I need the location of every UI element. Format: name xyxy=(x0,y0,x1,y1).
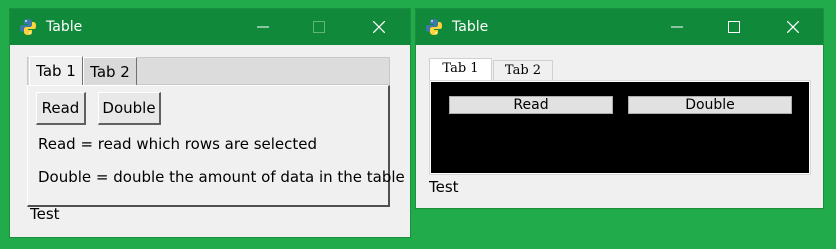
minimize-button[interactable] xyxy=(654,9,700,45)
tab-1[interactable]: Tab 1 xyxy=(29,56,83,86)
close-icon xyxy=(787,21,799,33)
close-button[interactable] xyxy=(356,9,402,45)
maximize-icon xyxy=(313,21,325,33)
read-button[interactable]: Read xyxy=(36,92,86,125)
title-bar[interactable]: Table xyxy=(416,9,823,45)
window-title: Table xyxy=(46,19,83,35)
minimize-button[interactable] xyxy=(240,9,286,45)
table-window-left: Table Tab 2 Tab 1 Read Double Read = rea… xyxy=(10,9,410,237)
python-icon xyxy=(426,19,442,35)
maximize-button xyxy=(296,9,342,45)
minimize-icon xyxy=(671,26,683,28)
title-bar[interactable]: Table xyxy=(10,9,410,45)
status-text: Test xyxy=(30,205,60,223)
close-button[interactable] xyxy=(770,9,816,45)
minimize-icon xyxy=(257,26,269,28)
status-text: Test xyxy=(429,178,459,196)
table-window-right: Table Tab 1 Tab 2 Read Double Test xyxy=(416,9,823,208)
close-icon xyxy=(373,21,385,33)
tab-1[interactable]: Tab 1 xyxy=(429,58,492,81)
maximize-button[interactable] xyxy=(711,9,757,45)
double-button[interactable]: Double xyxy=(98,92,161,125)
read-button[interactable]: Read xyxy=(449,96,613,114)
double-button[interactable]: Double xyxy=(628,96,792,114)
read-description: Read = read which rows are selected xyxy=(38,135,318,153)
double-description: Double = double the amount of data in th… xyxy=(38,168,405,186)
tab-2[interactable]: Tab 2 xyxy=(493,60,553,81)
python-icon xyxy=(20,19,36,35)
tab-2[interactable]: Tab 2 xyxy=(83,57,137,85)
maximize-icon xyxy=(728,21,740,33)
window-title: Table xyxy=(452,19,489,35)
